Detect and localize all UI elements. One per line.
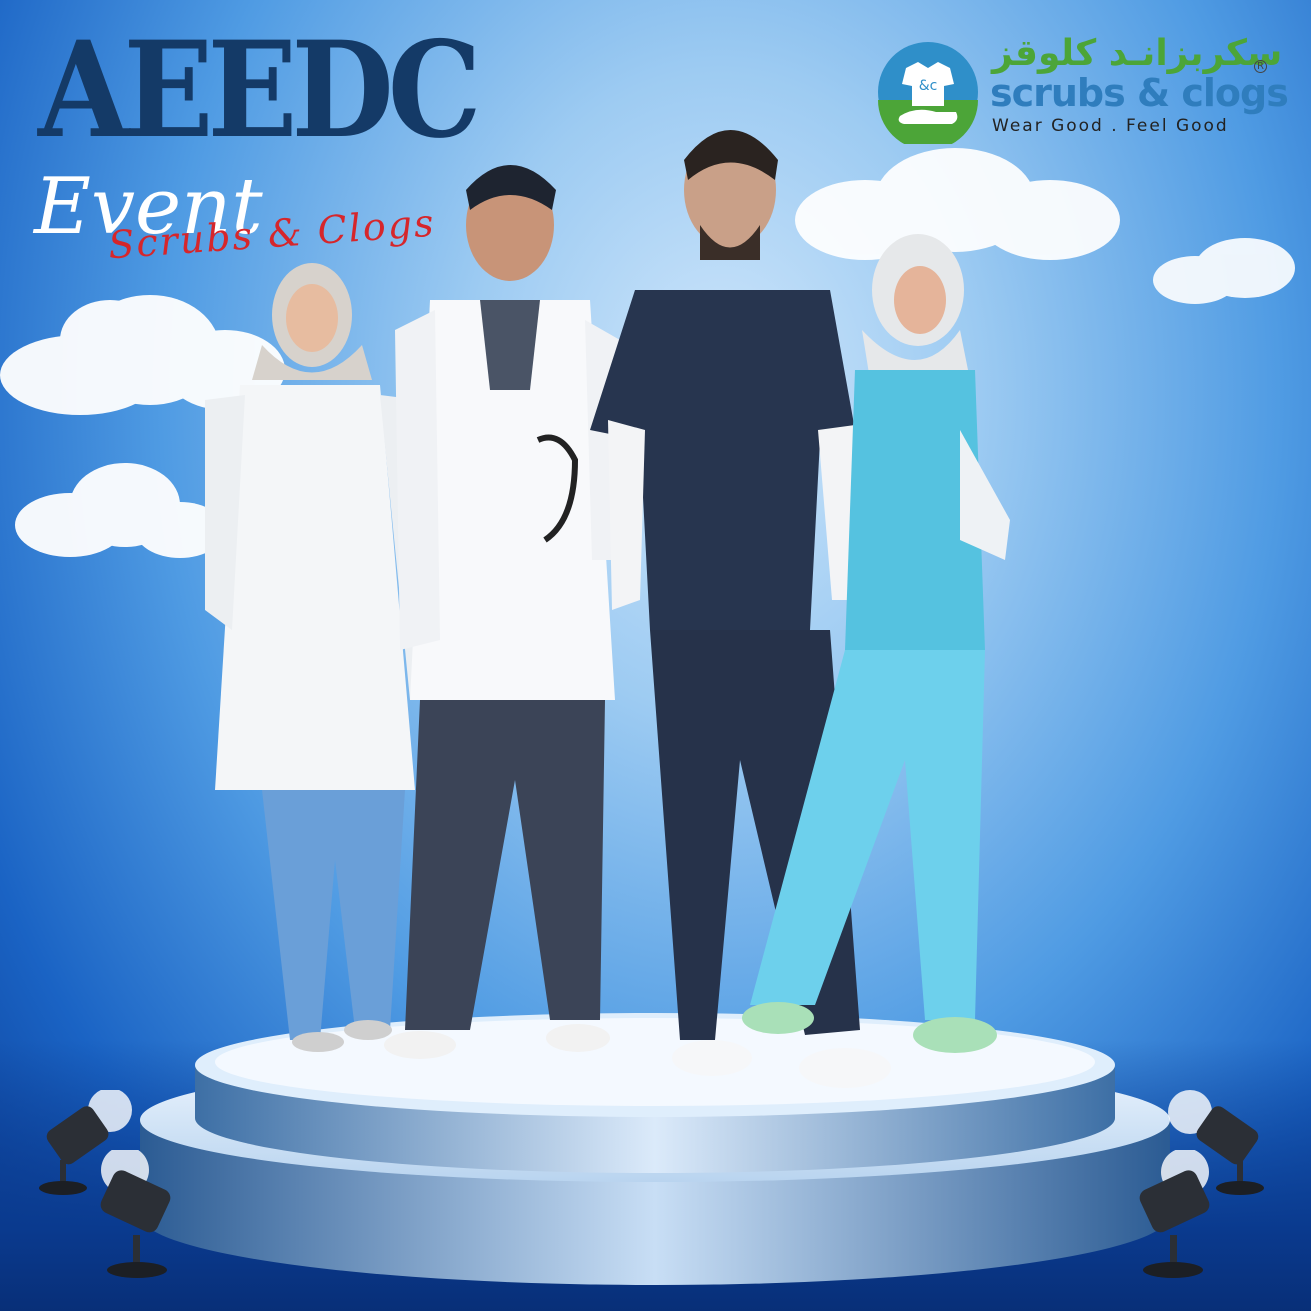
figure-man-white-coat xyxy=(384,165,630,1059)
models-group xyxy=(205,130,1010,1088)
spotlight-right-lower-icon xyxy=(1139,1150,1210,1278)
spotlight-left-lower-icon xyxy=(100,1150,171,1278)
figure-man-navy-scrubs xyxy=(590,130,891,1088)
